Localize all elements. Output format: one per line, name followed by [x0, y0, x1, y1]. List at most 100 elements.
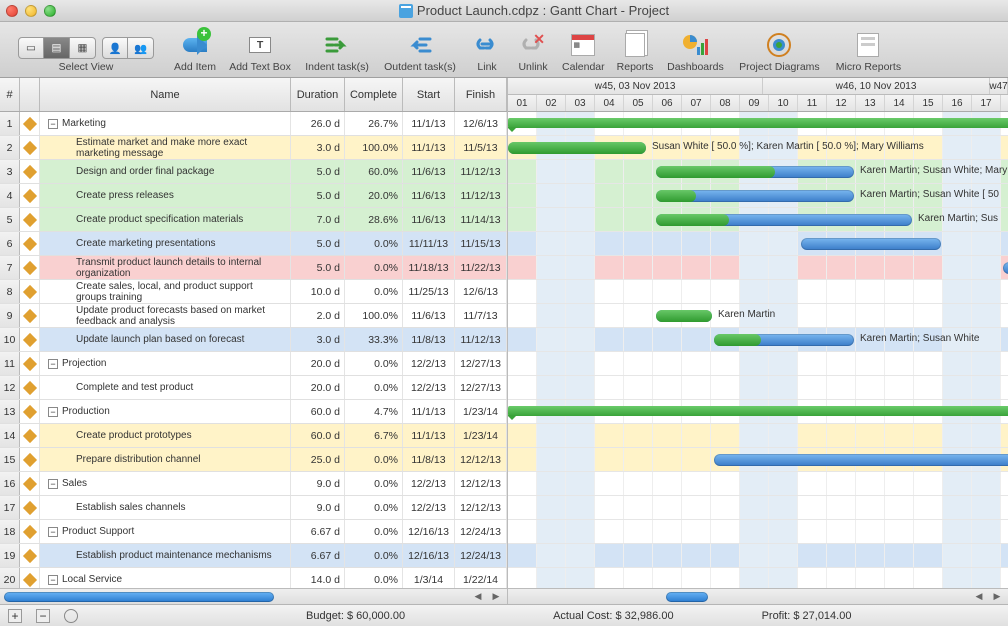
- dashboards-button[interactable]: Dashboards: [661, 25, 729, 73]
- gantt-row[interactable]: Karen Martin; Susan White: [508, 328, 1008, 352]
- gantt-task-bar[interactable]: Susan White [ 50.0 %]; Karen Martin [ 50…: [508, 142, 646, 154]
- cell-complete[interactable]: 6.7%: [345, 424, 403, 447]
- collapse-icon[interactable]: −: [48, 527, 58, 537]
- gantt-row[interactable]: Karen Martin; Susan White [ 50: [508, 184, 1008, 208]
- table-row[interactable]: 4Create press releases5.0 d20.0%11/6/131…: [0, 184, 507, 208]
- edit-cell[interactable]: [20, 136, 40, 159]
- col-duration[interactable]: Duration: [291, 78, 345, 111]
- cell-complete[interactable]: 100.0%: [345, 304, 403, 327]
- task-name[interactable]: Create sales, local, and product support…: [40, 280, 291, 303]
- gantt-row[interactable]: [508, 448, 1008, 472]
- gantt-row[interactable]: [508, 568, 1008, 588]
- gantt-summary-bar[interactable]: [508, 118, 1008, 128]
- gantt-row[interactable]: [508, 544, 1008, 568]
- add-item-button[interactable]: + Add Item: [170, 25, 220, 73]
- cell-duration[interactable]: 20.0 d: [291, 352, 345, 375]
- add-text-box-button[interactable]: T Add Text Box: [224, 25, 296, 73]
- edit-cell[interactable]: [20, 424, 40, 447]
- cell-start[interactable]: 12/2/13: [403, 496, 455, 519]
- cell-start[interactable]: 11/6/13: [403, 304, 455, 327]
- edit-cell[interactable]: [20, 544, 40, 567]
- cell-finish[interactable]: 11/5/13: [455, 136, 507, 159]
- edit-cell[interactable]: [20, 472, 40, 495]
- collapse-icon[interactable]: −: [48, 119, 58, 129]
- cell-complete[interactable]: 28.6%: [345, 208, 403, 231]
- cell-finish[interactable]: 12/24/13: [455, 520, 507, 543]
- edit-cell[interactable]: [20, 280, 40, 303]
- gantt-row[interactable]: [508, 112, 1008, 136]
- col-complete[interactable]: Complete: [345, 78, 403, 111]
- view-mode-3[interactable]: ▦: [70, 37, 96, 59]
- table-row[interactable]: 15Prepare distribution channel25.0 d0.0%…: [0, 448, 507, 472]
- cell-duration[interactable]: 5.0 d: [291, 184, 345, 207]
- cell-complete[interactable]: 4.7%: [345, 400, 403, 423]
- cell-complete[interactable]: 0.0%: [345, 352, 403, 375]
- cell-finish[interactable]: 12/27/13: [455, 376, 507, 399]
- minimize-button[interactable]: [25, 5, 37, 17]
- task-name[interactable]: Update product forecasts based on market…: [40, 304, 291, 327]
- cell-start[interactable]: 11/1/13: [403, 136, 455, 159]
- cell-finish[interactable]: 11/12/13: [455, 160, 507, 183]
- edit-cell[interactable]: [20, 304, 40, 327]
- cell-start[interactable]: 1/3/14: [403, 568, 455, 588]
- gantt-task-bar[interactable]: [1003, 262, 1008, 274]
- table-row[interactable]: 14Create product prototypes60.0 d6.7%11/…: [0, 424, 507, 448]
- gantt-summary-bar[interactable]: [508, 406, 1008, 416]
- cell-duration[interactable]: 5.0 d: [291, 160, 345, 183]
- cell-finish[interactable]: 11/15/13: [455, 232, 507, 255]
- task-name[interactable]: Transmit product launch details to inter…: [40, 256, 291, 279]
- cell-complete[interactable]: 0.0%: [345, 568, 403, 588]
- collapse-icon[interactable]: −: [48, 407, 58, 417]
- table-row[interactable]: 20−Local Service14.0 d0.0%1/3/141/22/14: [0, 568, 507, 588]
- cell-finish[interactable]: 11/12/13: [455, 328, 507, 351]
- gantt-task-bar[interactable]: [714, 454, 1008, 466]
- task-name[interactable]: Estimate market and make more exact mark…: [40, 136, 291, 159]
- indent-button[interactable]: Indent task(s): [300, 25, 374, 73]
- cell-duration[interactable]: 14.0 d: [291, 568, 345, 588]
- gantt-row[interactable]: Susan White [ 50.0 %]; Karen Martin [ 50…: [508, 136, 1008, 160]
- cell-start[interactable]: 11/6/13: [403, 160, 455, 183]
- cell-duration[interactable]: 10.0 d: [291, 280, 345, 303]
- cell-duration[interactable]: 9.0 d: [291, 496, 345, 519]
- cell-start[interactable]: 11/1/13: [403, 400, 455, 423]
- table-row[interactable]: 5Create product specification materials7…: [0, 208, 507, 232]
- cell-duration[interactable]: 3.0 d: [291, 328, 345, 351]
- task-name[interactable]: −Product Support: [40, 520, 291, 543]
- cell-start[interactable]: 12/2/13: [403, 352, 455, 375]
- cell-finish[interactable]: 1/22/14: [455, 568, 507, 588]
- cell-duration[interactable]: 3.0 d: [291, 136, 345, 159]
- gantt-task-bar[interactable]: Karen Martin; Susan White: [714, 334, 854, 346]
- zoom-button[interactable]: [44, 5, 56, 17]
- cell-duration[interactable]: 25.0 d: [291, 448, 345, 471]
- edit-cell[interactable]: [20, 112, 40, 135]
- gantt-row[interactable]: [508, 424, 1008, 448]
- cell-complete[interactable]: 100.0%: [345, 136, 403, 159]
- cell-finish[interactable]: 1/23/14: [455, 400, 507, 423]
- link-button[interactable]: Link: [466, 25, 508, 73]
- cell-start[interactable]: 11/8/13: [403, 448, 455, 471]
- scroll-left-icon[interactable]: ◀: [972, 590, 986, 604]
- table-row[interactable]: 3Design and order final package5.0 d60.0…: [0, 160, 507, 184]
- task-name[interactable]: −Projection: [40, 352, 291, 375]
- scroll-right-icon[interactable]: ▶: [489, 590, 503, 604]
- table-row[interactable]: 10Update launch plan based on forecast3.…: [0, 328, 507, 352]
- settings-gear-icon[interactable]: [64, 609, 78, 623]
- scroll-right-icon[interactable]: ▶: [990, 590, 1004, 604]
- edit-cell[interactable]: [20, 208, 40, 231]
- cell-start[interactable]: 11/1/13: [403, 112, 455, 135]
- close-button[interactable]: [6, 5, 18, 17]
- gantt-row[interactable]: [508, 376, 1008, 400]
- view-mode-segment[interactable]: ▭ ▤ ▦: [18, 37, 96, 59]
- gantt-row[interactable]: Karen Martin; Sus: [508, 208, 1008, 232]
- collapse-icon[interactable]: −: [48, 479, 58, 489]
- cell-duration[interactable]: 5.0 d: [291, 232, 345, 255]
- cell-finish[interactable]: 12/6/13: [455, 280, 507, 303]
- col-finish[interactable]: Finish: [455, 78, 507, 111]
- cell-start[interactable]: 11/8/13: [403, 328, 455, 351]
- gantt-row[interactable]: Karen Martin; Susan White; Mary: [508, 160, 1008, 184]
- gantt-task-bar[interactable]: [801, 238, 941, 250]
- cell-start[interactable]: 11/11/13: [403, 232, 455, 255]
- task-name[interactable]: Establish product maintenance mechanisms: [40, 544, 291, 567]
- cell-finish[interactable]: 12/24/13: [455, 544, 507, 567]
- gantt-hscroll[interactable]: ◀ ▶: [508, 588, 1008, 604]
